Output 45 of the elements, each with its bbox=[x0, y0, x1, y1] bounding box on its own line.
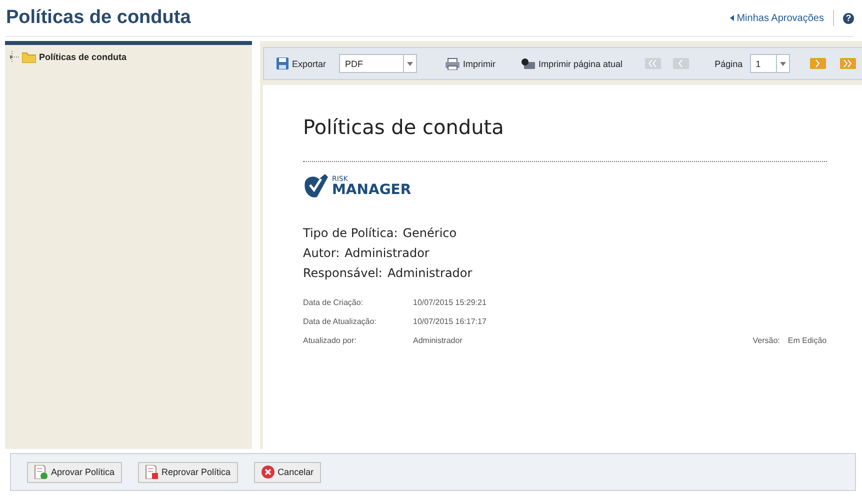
cancel-button[interactable]: Cancelar bbox=[254, 462, 321, 482]
check-badge-icon bbox=[303, 174, 329, 198]
detail-value: 10/07/2015 16:17:17 bbox=[413, 317, 488, 326]
export-button[interactable]: Exportar bbox=[276, 57, 326, 70]
caret-icon bbox=[730, 15, 734, 21]
print-button[interactable]: Imprimir bbox=[445, 58, 496, 70]
caret-icon bbox=[780, 62, 786, 66]
help-button[interactable]: ? bbox=[843, 12, 854, 24]
format-dropdown[interactable]: PDF bbox=[339, 54, 418, 73]
last-page-button[interactable] bbox=[840, 58, 856, 69]
reject-button[interactable]: Reprovar Política bbox=[138, 462, 238, 482]
chevron-icon bbox=[678, 59, 684, 68]
field-value: Administrador bbox=[387, 265, 472, 282]
detail-value: 10/07/2015 15:29:21 bbox=[413, 298, 488, 307]
cancel-icon bbox=[260, 465, 275, 479]
page-title: Políticas de conduta bbox=[6, 7, 192, 29]
double-chevron-icon bbox=[843, 59, 852, 68]
detail-value: Administrador bbox=[413, 336, 464, 345]
tree-item[interactable]: Políticas de conduta bbox=[39, 52, 127, 62]
logo-text: MANAGER bbox=[332, 182, 412, 196]
detail-label: Versão: bbox=[752, 336, 780, 345]
field-value: Genérico bbox=[402, 225, 457, 242]
report-title: Políticas de conduta bbox=[303, 115, 505, 139]
page-dropdown[interactable]: 1 bbox=[750, 54, 790, 73]
document-check-icon bbox=[34, 465, 48, 479]
detail-label: Atualizado por: bbox=[303, 336, 358, 345]
print-page-button[interactable]: Imprimir página atual bbox=[520, 58, 623, 70]
field-label: Responsável: bbox=[303, 265, 382, 282]
detail-label: Data de Atualização: bbox=[303, 317, 378, 326]
detail-label: Data de Criação: bbox=[303, 298, 364, 307]
double-chevron-icon bbox=[648, 59, 658, 68]
field-label: Tipo de Política: bbox=[303, 225, 398, 242]
save-icon bbox=[276, 57, 289, 70]
folder-icon bbox=[22, 52, 36, 62]
field-value: Administrador bbox=[344, 245, 430, 262]
field-label: Autor: bbox=[303, 245, 340, 262]
approve-button[interactable]: Aprovar Política bbox=[27, 462, 122, 482]
expand-icon[interactable] bbox=[9, 51, 19, 63]
chevron-icon bbox=[815, 59, 820, 68]
detail-value: Em Edição bbox=[788, 336, 827, 345]
next-page-button[interactable] bbox=[810, 58, 826, 69]
document-x-icon bbox=[144, 465, 159, 479]
back-link[interactable]: Minhas Aprovações bbox=[730, 12, 824, 24]
page-label: Página bbox=[714, 58, 743, 68]
caret-icon bbox=[407, 62, 414, 66]
